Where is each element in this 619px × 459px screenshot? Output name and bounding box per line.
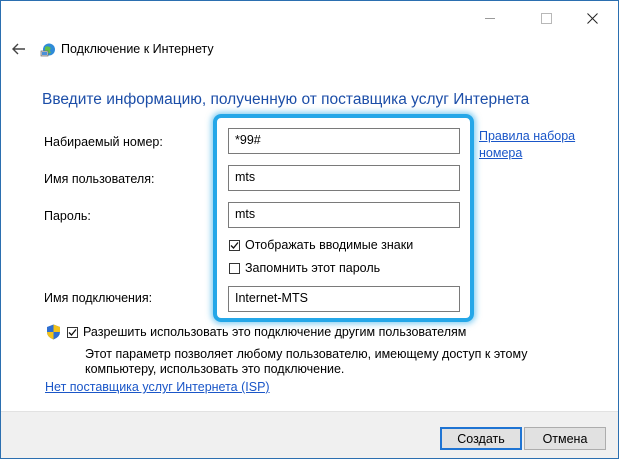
remember-password-option[interactable]: Запомнить этот пароль	[229, 261, 380, 275]
network-globe-icon	[40, 43, 55, 57]
allow-others-label: Разрешить использовать это подключение д…	[83, 325, 467, 339]
shield-icon	[47, 324, 60, 340]
username-field[interactable]: mts	[228, 165, 460, 191]
no-isp-link[interactable]: Нет поставщика услуг Интернета (ISP)	[45, 380, 270, 394]
dial-number-field[interactable]: *99#	[228, 128, 460, 154]
checkmark-icon	[68, 328, 77, 336]
minimize-icon	[485, 17, 495, 19]
dialing-rules-link[interactable]: Правила набора номера	[479, 128, 599, 162]
back-button[interactable]	[9, 39, 29, 59]
show-characters-checkbox[interactable]	[229, 239, 240, 251]
dialog-title: Подключение к Интернету	[61, 42, 214, 56]
page-heading: Введите информацию, полученную от постав…	[42, 91, 530, 108]
allow-others-checkbox[interactable]	[67, 326, 78, 338]
allow-others-option[interactable]: Разрешить использовать это подключение д…	[46, 324, 466, 340]
connection-name-label: Имя подключения:	[44, 291, 153, 305]
cancel-button[interactable]: Отмена	[524, 427, 606, 450]
checkmark-icon	[230, 241, 239, 249]
password-label: Пароль:	[44, 209, 91, 223]
allow-others-description: Этот параметр позволяет любому пользоват…	[85, 347, 528, 376]
maximize-button[interactable]	[526, 7, 566, 29]
show-characters-option[interactable]: Отображать вводимые знаки	[229, 238, 413, 252]
close-button[interactable]	[572, 7, 612, 29]
back-arrow-icon	[12, 43, 25, 55]
connection-name-field[interactable]: Internet-MTS	[228, 286, 460, 312]
password-field[interactable]: mts	[228, 202, 460, 228]
dial-number-label: Набираемый номер:	[44, 135, 163, 149]
remember-password-label: Запомнить этот пароль	[245, 261, 381, 275]
minimize-button[interactable]	[470, 7, 510, 29]
dialog-footer: Создать Отмена	[1, 411, 618, 458]
remember-password-checkbox[interactable]	[229, 262, 240, 274]
dialog-window: Подключение к Интернету Введите информац…	[0, 0, 619, 459]
username-label: Имя пользователя:	[44, 172, 155, 186]
create-button[interactable]: Создать	[440, 427, 522, 450]
close-icon	[586, 12, 598, 24]
maximize-icon	[540, 12, 552, 24]
show-characters-label: Отображать вводимые знаки	[245, 238, 414, 252]
